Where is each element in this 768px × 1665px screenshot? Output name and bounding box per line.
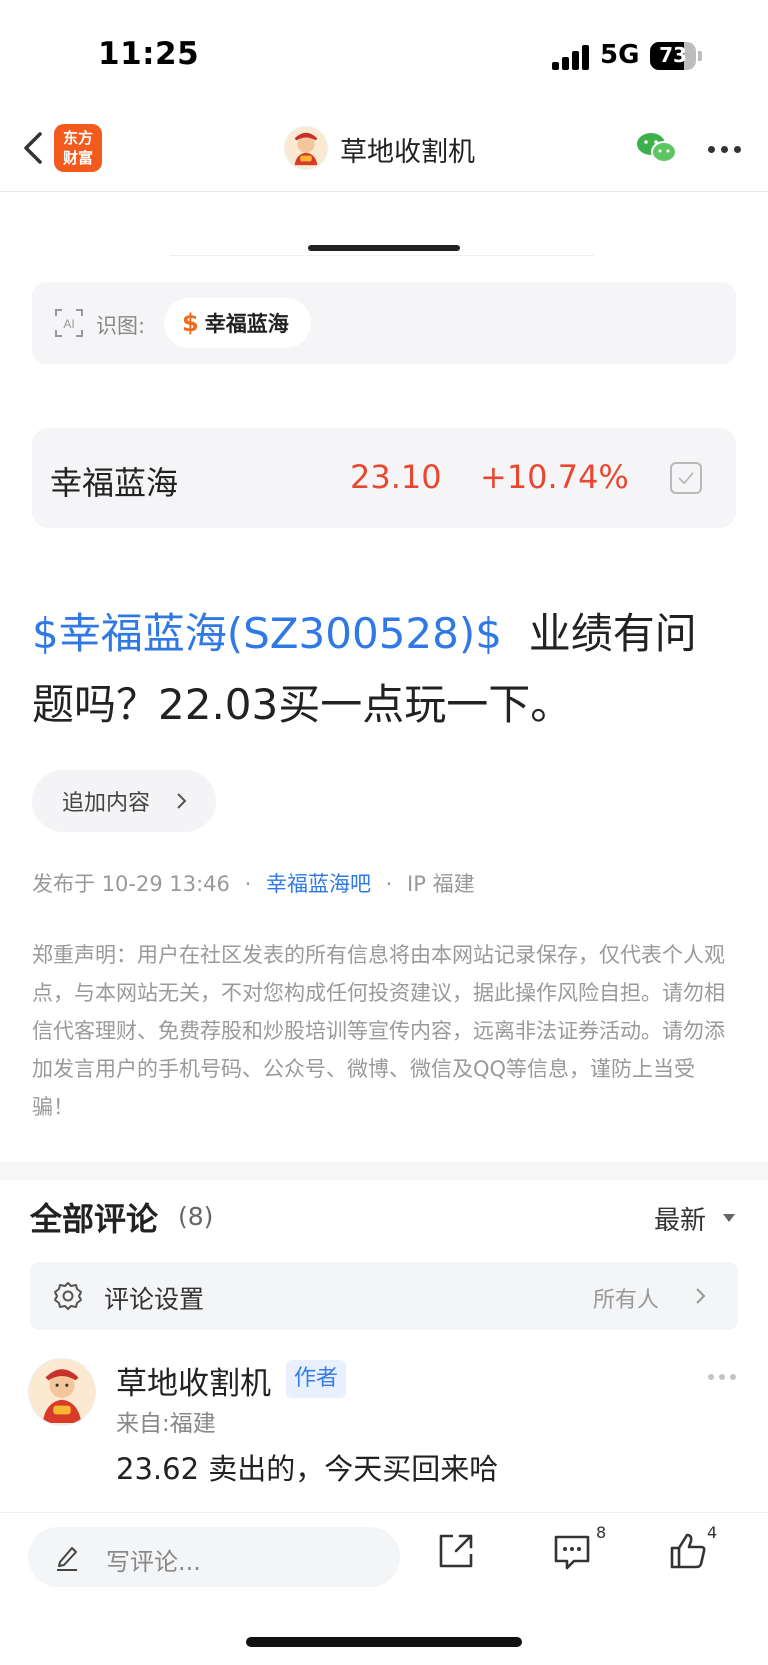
published-prefix: 发布于 <box>32 872 95 896</box>
comment-more-icon[interactable] <box>708 1374 738 1380</box>
quote-change: +10.74% <box>480 458 629 496</box>
comment-item: 草地收割机 作者 来自:福建 23.62 卖出的，今天买回来哈 <box>0 1354 768 1514</box>
post-text-part1: 业绩有问 <box>528 609 697 658</box>
comments-title: 全部评论 <box>30 1200 159 1238</box>
battery-icon: 73 <box>650 42 696 70</box>
stock-bar-link[interactable]: 幸福蓝海吧 <box>266 872 371 896</box>
comment-settings-label: 评论设置 <box>104 1285 205 1314</box>
stock-quote-card[interactable]: 幸福蓝海 23.10 +10.74% <box>32 428 736 528</box>
like-icon[interactable] <box>668 1531 708 1571</box>
ai-recognition-label: 识图: <box>96 314 146 338</box>
app-logo-line2: 财富 <box>62 149 93 167</box>
battery-level: 73 <box>659 43 687 67</box>
write-comment-placeholder: 写评论... <box>106 1548 201 1576</box>
sort-dropdown[interactable]: 最新 <box>654 1200 706 1237</box>
app-logo-line1: 东方 <box>62 129 93 147</box>
ai-scan-icon: AI <box>55 309 83 337</box>
home-indicator <box>246 1637 522 1647</box>
comment-location: 来自:福建 <box>116 1411 216 1437</box>
post-text-part2: 题吗？22.03买一点玩一下。 <box>32 680 573 729</box>
more-options-icon[interactable] <box>708 146 742 154</box>
nav-title: 草地收割机 <box>340 137 475 168</box>
svg-text:AI: AI <box>63 317 74 331</box>
add-watchlist-checkbox-icon[interactable] <box>670 462 702 494</box>
ip-location: IP 福建 <box>407 872 475 896</box>
signal-icon <box>552 44 590 70</box>
avatar[interactable] <box>28 1358 96 1426</box>
ai-recognition-card: AI 识图: $ 幸福蓝海 <box>32 282 736 364</box>
add-content-button[interactable]: 追加内容 <box>32 770 216 832</box>
add-content-label: 追加内容 <box>62 791 151 816</box>
stock-symbol-icon: $ <box>182 309 199 337</box>
recognized-stock-name: 幸福蓝海 <box>204 312 289 336</box>
pen-icon <box>57 1547 77 1571</box>
network-label: 5G <box>600 40 640 70</box>
drag-handle <box>308 245 460 251</box>
comment-text: 23.62 卖出的，今天买回来哈 <box>116 1452 499 1486</box>
write-comment-input[interactable]: 写评论... <box>28 1527 400 1587</box>
meta-separator: · <box>385 872 393 896</box>
comment-count-badge: 8 <box>596 1523 607 1542</box>
published-time: 10-29 13:46 <box>101 872 230 896</box>
divider <box>170 255 594 256</box>
author-badge: 作者 <box>286 1360 347 1398</box>
post-meta: 发布于 10-29 13:46 · 幸福蓝海吧 · IP 福建 <box>32 868 475 898</box>
back-icon[interactable] <box>18 128 48 168</box>
wechat-share-icon[interactable] <box>636 130 678 166</box>
share-icon[interactable] <box>436 1531 476 1571</box>
like-count-badge: 4 <box>707 1523 718 1542</box>
comment-settings-row[interactable]: 评论设置 所有人 <box>30 1262 738 1330</box>
comment-icon[interactable] <box>552 1531 592 1571</box>
app-logo[interactable]: 东方 财富 <box>54 124 102 172</box>
gear-icon <box>54 1282 82 1310</box>
post-content: $幸福蓝海(SZ300528)$ 业绩有问 题吗？22.03买一点玩一下。 <box>32 598 738 740</box>
comment-author[interactable]: 草地收割机 <box>116 1358 271 1403</box>
section-divider <box>0 1162 768 1180</box>
quote-stock-name: 幸福蓝海 <box>50 464 179 502</box>
status-bar: 11:25 5G 73 <box>0 0 768 110</box>
chevron-right-icon <box>177 793 187 809</box>
recognized-stock-chip[interactable]: $ 幸福蓝海 <box>164 298 311 348</box>
comment-settings-value: 所有人 <box>593 1288 660 1313</box>
stock-link[interactable]: $幸福蓝海(SZ300528)$ <box>32 609 502 658</box>
author-avatar-icon[interactable] <box>284 126 328 170</box>
quote-price: 23.10 <box>350 458 442 496</box>
chevron-right-icon <box>696 1288 706 1304</box>
nav-bar: 东方 财富 草地收割机 <box>0 110 768 192</box>
status-time: 11:25 <box>98 36 200 72</box>
disclaimer-text: 郑重声明：用户在社区发表的所有信息将由本网站记录保存，仅代表个人观点，与本网站无… <box>32 943 725 1119</box>
battery-tip <box>698 51 702 61</box>
caret-down-icon[interactable] <box>723 1214 735 1222</box>
comments-count: (8) <box>178 1202 214 1231</box>
meta-separator: · <box>244 872 252 896</box>
